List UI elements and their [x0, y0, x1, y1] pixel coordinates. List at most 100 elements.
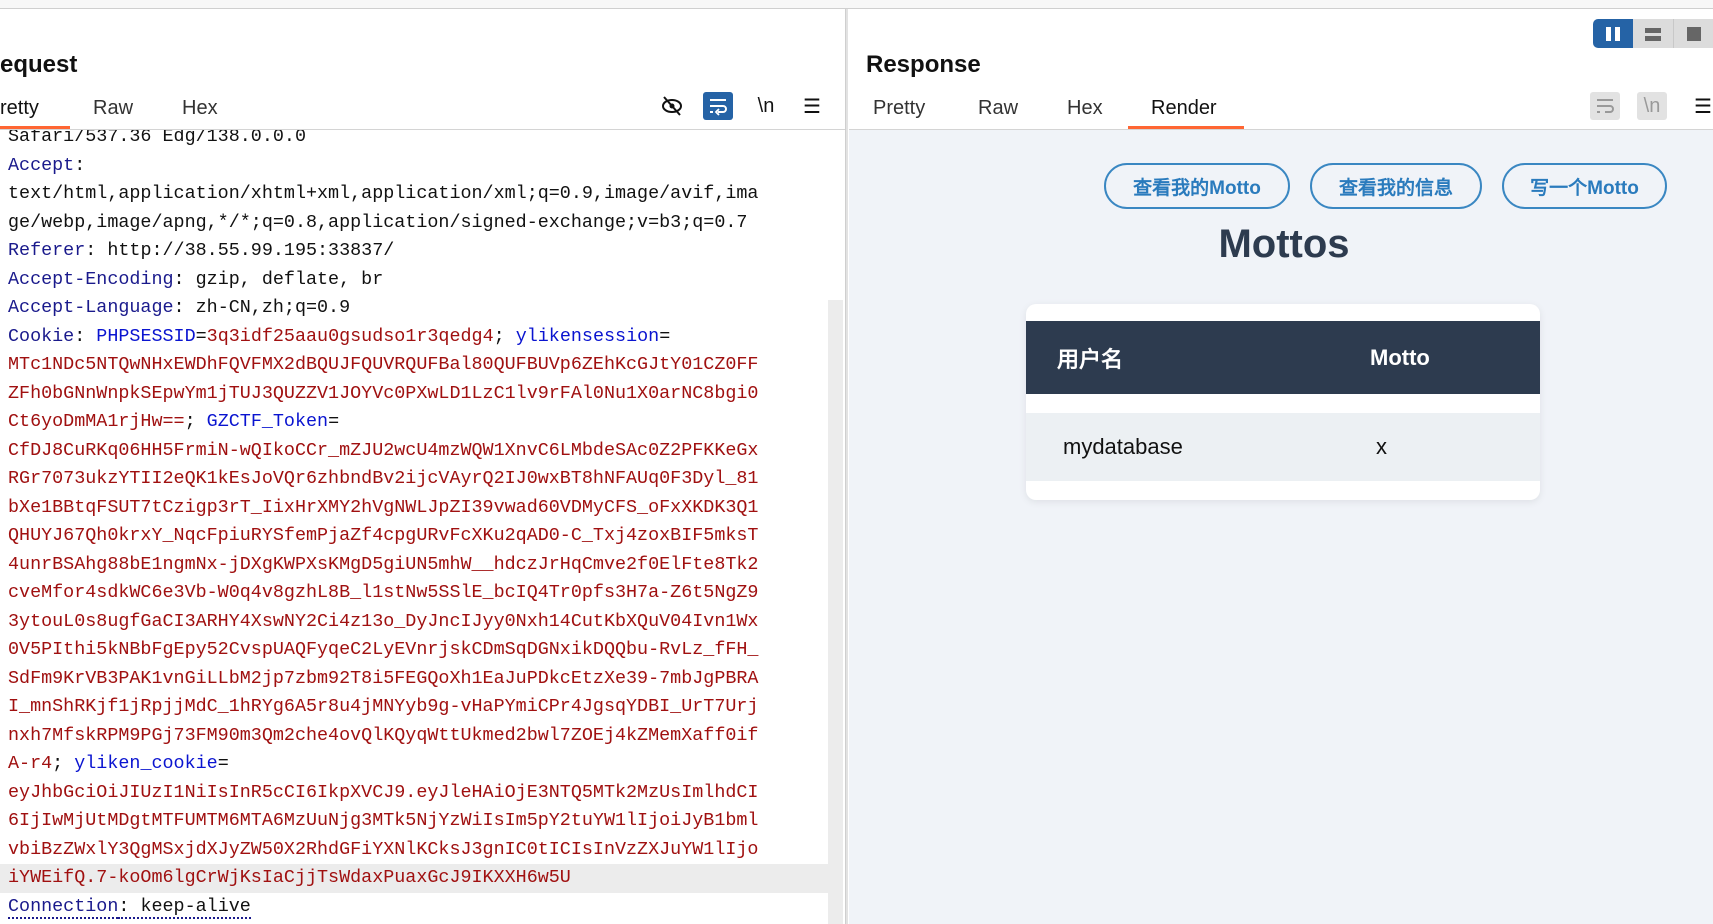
- text: =: [196, 326, 207, 347]
- request-line: Ct6yoDmMA1rjHw==; GZCTF_Token=: [0, 408, 828, 437]
- request-line: QHUYJ67Qh0krxY_NqcFpiuRYSfemPjaZf4cpgURv…: [0, 522, 828, 551]
- cookie-value: vbiBzZWxlY3QgMSxjdXJyZW50X2RhdGFiYXNlKCk…: [8, 839, 758, 860]
- request-line: I_mnShRKjf1jRpjjMdC_1hRYg6A5r8u4jMNYyb9g…: [0, 693, 828, 722]
- request-line: SdFm9KrVB3PAK1vnGiLLbM2jp7zbm92T8i5FEGQo…: [0, 665, 828, 694]
- tab-response-render[interactable]: Render: [1151, 97, 1217, 120]
- newline-icon[interactable]: \n: [1637, 92, 1667, 120]
- header-name: Cookie: [8, 326, 74, 347]
- single-pane-icon[interactable]: [1673, 19, 1713, 48]
- text: ;: [494, 326, 516, 347]
- text: : keep-alive: [118, 896, 250, 919]
- request-line: 4unrBSAhg88bE1ngmNx-jDXgKWPXsKMgD5giUN5m…: [0, 551, 828, 580]
- text: text/html,application/xhtml+xml,applicat…: [8, 183, 758, 204]
- cookie-name: ylikensession: [516, 326, 659, 347]
- request-line: ZFh0bGNnWnpkSEpwYm1jTUJ3QUZZV1JOYVc0PXwL…: [0, 380, 828, 409]
- request-line: bXe1BBtqFSUT7tCzigp3rT_IixHrXMY2hVgNWLJp…: [0, 494, 828, 523]
- text: : zh-CN,zh;q=0.9: [174, 297, 351, 318]
- text: ge/webp,image/apng,*/*;q=0.8,application…: [8, 212, 747, 233]
- page-heading: Mottos: [1134, 222, 1434, 267]
- split-vertical-icon[interactable]: [1633, 19, 1673, 48]
- text: :: [74, 155, 85, 176]
- request-line: cveMfor4sdkWC6e3Vb-W0q4v8gzhL8B_l1stNw5S…: [0, 579, 828, 608]
- newline-icon[interactable]: \n: [751, 92, 781, 120]
- cookie-name: GZCTF_Token: [207, 411, 328, 432]
- cookie-value: 3ytouL0s8ugfGaCI3ARHY4XswNY2Ci4z13o_DyJn…: [8, 611, 758, 632]
- eye-slash-icon[interactable]: [657, 92, 687, 120]
- cookie-value: 3q3idf25aau0gsudso1r3qedg4: [207, 326, 494, 347]
- cookie-name: PHPSESSID: [96, 326, 195, 347]
- cell-motto: x: [1376, 434, 1387, 460]
- tab-response-hex[interactable]: Hex: [1067, 97, 1103, 120]
- cookie-value: nxh7MfskRPM9PGj73FM90m3Qm2che4ovQlKQyqWt…: [8, 725, 758, 746]
- request-line: A-r4; yliken_cookie=: [0, 750, 828, 779]
- cookie-value: A-r4: [8, 753, 52, 774]
- text: Safari/537.36 Edg/138.0.0.0: [8, 130, 306, 147]
- request-line: Accept-Language: zh-CN,zh;q=0.9: [0, 294, 828, 323]
- cookie-value: CfDJ8CuRKq06HH5FrmiN-wQIkoCCr_mZJU2wcU4m…: [8, 440, 758, 461]
- header-name: Accept-Encoding: [8, 269, 174, 290]
- table-row: mydatabase x: [1026, 413, 1540, 481]
- request-line: Accept-Encoding: gzip, deflate, br: [0, 266, 828, 295]
- request-line: ge/webp,image/apng,*/*;q=0.8,application…: [0, 209, 828, 238]
- cookie-name: yliken_cookie: [74, 753, 217, 774]
- text: :: [74, 326, 96, 347]
- tab-response-raw[interactable]: Raw: [978, 97, 1018, 120]
- header-name: Accept-Language: [8, 297, 174, 318]
- text: =: [659, 326, 670, 347]
- cookie-value: eyJhbGciOiJIUzI1NiIsInR5cCI6IkpXVCJ9.eyJ…: [8, 782, 758, 803]
- top-bar: [0, 0, 1713, 9]
- tab-request-raw[interactable]: Raw: [93, 97, 133, 120]
- cookie-value: I_mnShRKjf1jRpjjMdC_1hRYg6A5r8u4jMNYyb9g…: [8, 696, 758, 717]
- cookie-value: MTc1NDc5NTQwNHxEWDhFQVFMX2dBQUJFQUVRQUFB…: [8, 354, 758, 375]
- cookie-value: iYWEifQ.7-koOm6lgCrWjKsIaCjjTsWdaxPuaxGc…: [8, 867, 571, 888]
- tab-response-pretty[interactable]: Pretty: [873, 97, 925, 120]
- request-line: 6IjIwMjUtMDgtMTFUMTM6MTA6MzUuNjg3MTk5NjY…: [0, 807, 828, 836]
- tab-request-hex[interactable]: Hex: [182, 97, 218, 120]
- text: =: [218, 753, 229, 774]
- request-line: Accept:: [0, 152, 828, 181]
- request-line: nxh7MfskRPM9PGj73FM90m3Qm2che4ovQlKQyqWt…: [0, 722, 828, 751]
- table-header: 用户名 Motto: [1026, 321, 1540, 394]
- header-name: Referer: [8, 240, 85, 261]
- text: : gzip, deflate, br: [174, 269, 384, 290]
- request-line: Safari/537.36 Edg/138.0.0.0: [0, 130, 828, 152]
- cookie-value: 6IjIwMjUtMDgtMTFUMTM6MTA6MzUuNjg3MTk5NjY…: [8, 810, 758, 831]
- header-motto: Motto: [1370, 345, 1430, 371]
- header-username: 用户名: [1057, 342, 1123, 374]
- text: ;: [52, 753, 74, 774]
- cookie-value: Ct6yoDmMA1rjHw==: [8, 411, 185, 432]
- write-motto-button[interactable]: 写一个Motto: [1502, 163, 1667, 209]
- scrollbar[interactable]: [828, 300, 843, 924]
- menu-icon[interactable]: ☰: [1688, 92, 1713, 120]
- tab-request-pretty[interactable]: retty: [0, 97, 39, 120]
- request-line: iYWEifQ.7-koOm6lgCrWjKsIaCjjTsWdaxPuaxGc…: [0, 864, 828, 893]
- wrap-lines-icon[interactable]: [1590, 92, 1620, 120]
- text: =: [328, 411, 339, 432]
- menu-icon[interactable]: ☰: [797, 92, 827, 120]
- request-line: vbiBzZWxlY3QgMSxjdXJyZW50X2RhdGFiYXNlKCk…: [0, 836, 828, 865]
- cookie-value: SdFm9KrVB3PAK1vnGiLLbM2jp7zbm92T8i5FEGQo…: [8, 668, 758, 689]
- text: ;: [185, 411, 207, 432]
- cookie-value: 4unrBSAhg88bE1ngmNx-jDXgKWPXsKMgD5giUN5m…: [8, 554, 758, 575]
- cookie-value: RGr7073ukzYTII2eQK1kEsJoVQr6zhbndBv2ijcV…: [8, 468, 758, 489]
- panel-divider[interactable]: [845, 9, 848, 924]
- cell-username: mydatabase: [1063, 434, 1183, 460]
- wrap-lines-icon[interactable]: [703, 92, 733, 120]
- view-my-motto-button[interactable]: 查看我的Motto: [1104, 163, 1290, 209]
- cookie-value: cveMfor4sdkWC6e3Vb-W0q4v8gzhL8B_l1stNw5S…: [8, 582, 758, 603]
- mottos-table: 用户名 Motto mydatabase x: [1026, 304, 1540, 500]
- view-my-info-button[interactable]: 查看我的信息: [1310, 163, 1482, 209]
- cookie-value: QHUYJ67Qh0krxY_NqcFpiuRYSfemPjaZf4cpgURv…: [8, 525, 758, 546]
- request-line: 0V5PIthi5kNBbFgEpy52CvspUAQFyqeC2LyEVnrj…: [0, 636, 828, 665]
- request-line: Referer: http://38.55.99.195:33837/: [0, 237, 828, 266]
- split-horizontal-icon[interactable]: [1593, 19, 1633, 48]
- request-line: Connection: keep-alive: [0, 893, 828, 922]
- header-name: Connection: [8, 896, 118, 919]
- text: : http://38.55.99.195:33837/: [85, 240, 394, 261]
- request-line: CfDJ8CuRKq06HH5FrmiN-wQIkoCCr_mZJU2wcU4m…: [0, 437, 828, 466]
- cookie-value: ZFh0bGNnWnpkSEpwYm1jTUJ3QUZZV1JOYVc0PXwL…: [8, 383, 758, 404]
- request-line: RGr7073ukzYTII2eQK1kEsJoVQr6zhbndBv2ijcV…: [0, 465, 828, 494]
- request-editor[interactable]: Safari/537.36 Edg/138.0.0.0 Accept: text/h…: [0, 130, 828, 924]
- request-line: MTc1NDc5NTQwNHxEWDhFQVFMX2dBQUJFQUVRQUFB…: [0, 351, 828, 380]
- request-line: Cookie: PHPSESSID=3q3idf25aau0gsudso1r3q…: [0, 323, 828, 352]
